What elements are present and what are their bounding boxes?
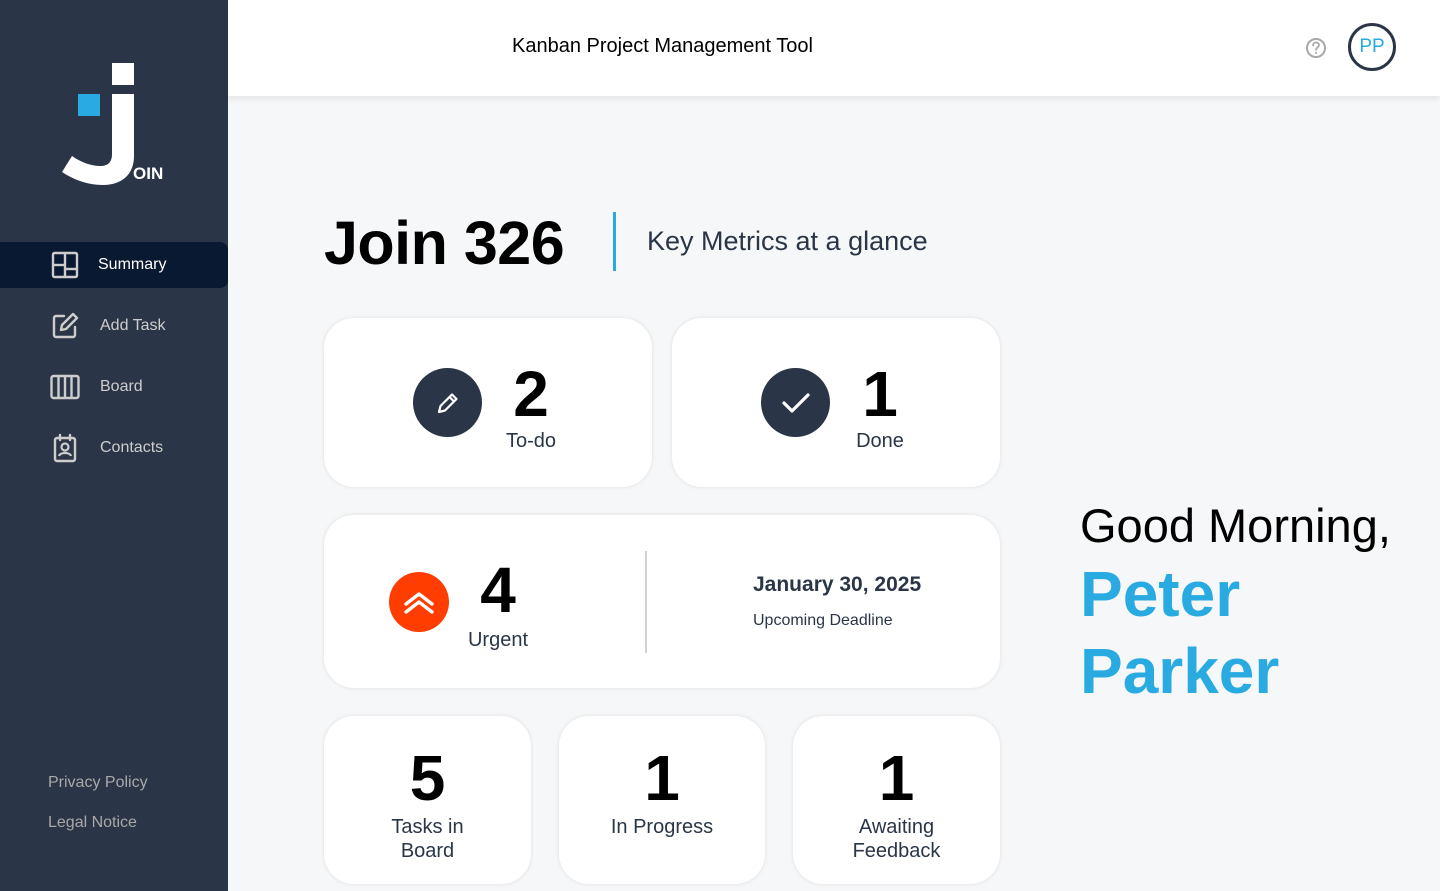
summary-icon: [50, 250, 80, 280]
sidebar-item-add-task[interactable]: Add Task: [0, 303, 228, 349]
header-title: Kanban Project Management Tool: [512, 35, 813, 57]
sidebar-item-contacts[interactable]: Contacts: [0, 425, 228, 471]
greeting-user-name: Peter Parker: [1080, 556, 1279, 710]
sidebar-nav: Summary Add Task Board Contacts: [0, 242, 228, 486]
join-logo[interactable]: OIN: [58, 60, 168, 190]
done-card[interactable]: 1 Done: [672, 318, 1000, 487]
in-progress-label: In Progress: [610, 816, 714, 838]
awaiting-feedback-card[interactable]: 1 Awaiting Feedback: [793, 716, 1000, 884]
tasks-in-board-card[interactable]: 5 Tasks in Board: [324, 716, 531, 884]
page-subtitle: Key Metrics at a glance: [647, 226, 928, 256]
heading-divider: [613, 212, 616, 271]
logo-text: OIN: [133, 164, 164, 183]
greeting-last-name: Parker: [1080, 635, 1280, 707]
todo-label: To-do: [505, 430, 557, 452]
urgent-icon: [389, 572, 449, 632]
tasks-in-board-label-line1: Tasks in: [391, 816, 464, 838]
deadline-date: January 30, 2025: [753, 573, 922, 596]
todo-card[interactable]: 2 To-do: [324, 318, 652, 487]
urgent-count: 4: [480, 554, 516, 626]
sidebar-footer: Privacy Policy Legal Notice: [48, 774, 148, 854]
sidebar-item-summary[interactable]: Summary: [0, 242, 228, 288]
done-count: 1: [862, 358, 898, 430]
sidebar-item-label: Board: [100, 378, 143, 395]
contacts-icon: [50, 433, 80, 463]
sidebar-item-label: Contacts: [100, 439, 164, 456]
sidebar-item-board[interactable]: Board: [0, 364, 228, 410]
awaiting-feedback-label-line1: Awaiting: [858, 816, 935, 838]
top-header: Kanban Project Management Tool PP: [228, 0, 1440, 96]
user-avatar[interactable]: PP: [1348, 23, 1396, 71]
card-divider: [645, 551, 647, 653]
urgent-deadline-card[interactable]: 4 Urgent January 30, 2025 Upcoming Deadl…: [324, 515, 1000, 688]
help-icon[interactable]: [1305, 37, 1327, 59]
sidebar-item-label: Add Task: [100, 317, 166, 334]
check-icon: [761, 368, 830, 437]
todo-count: 2: [513, 358, 549, 430]
awaiting-feedback-label-line2: Feedback: [852, 840, 941, 862]
tasks-in-board-label-line2: Board: [400, 840, 455, 862]
done-label: Done: [856, 430, 904, 452]
privacy-policy-link[interactable]: Privacy Policy: [48, 774, 148, 792]
add-task-icon: [50, 311, 80, 341]
awaiting-feedback-count: 1: [878, 742, 915, 814]
greeting-text: Good Morning,: [1080, 499, 1391, 552]
pencil-icon: [413, 368, 482, 437]
sidebar-item-label: Summary: [98, 256, 167, 273]
legal-notice-link[interactable]: Legal Notice: [48, 814, 148, 832]
greeting-first-name: Peter: [1080, 558, 1241, 630]
board-icon: [50, 372, 80, 402]
in-progress-count: 1: [644, 742, 680, 814]
in-progress-card[interactable]: 1 In Progress: [559, 716, 765, 884]
deadline-label: Upcoming Deadline: [753, 612, 893, 629]
page-title: Join 326: [324, 209, 565, 277]
sidebar: OIN Summary Add Task Board Contacts Priv…: [0, 0, 228, 891]
tasks-in-board-count: 5: [409, 742, 446, 814]
urgent-label: Urgent: [467, 629, 529, 651]
